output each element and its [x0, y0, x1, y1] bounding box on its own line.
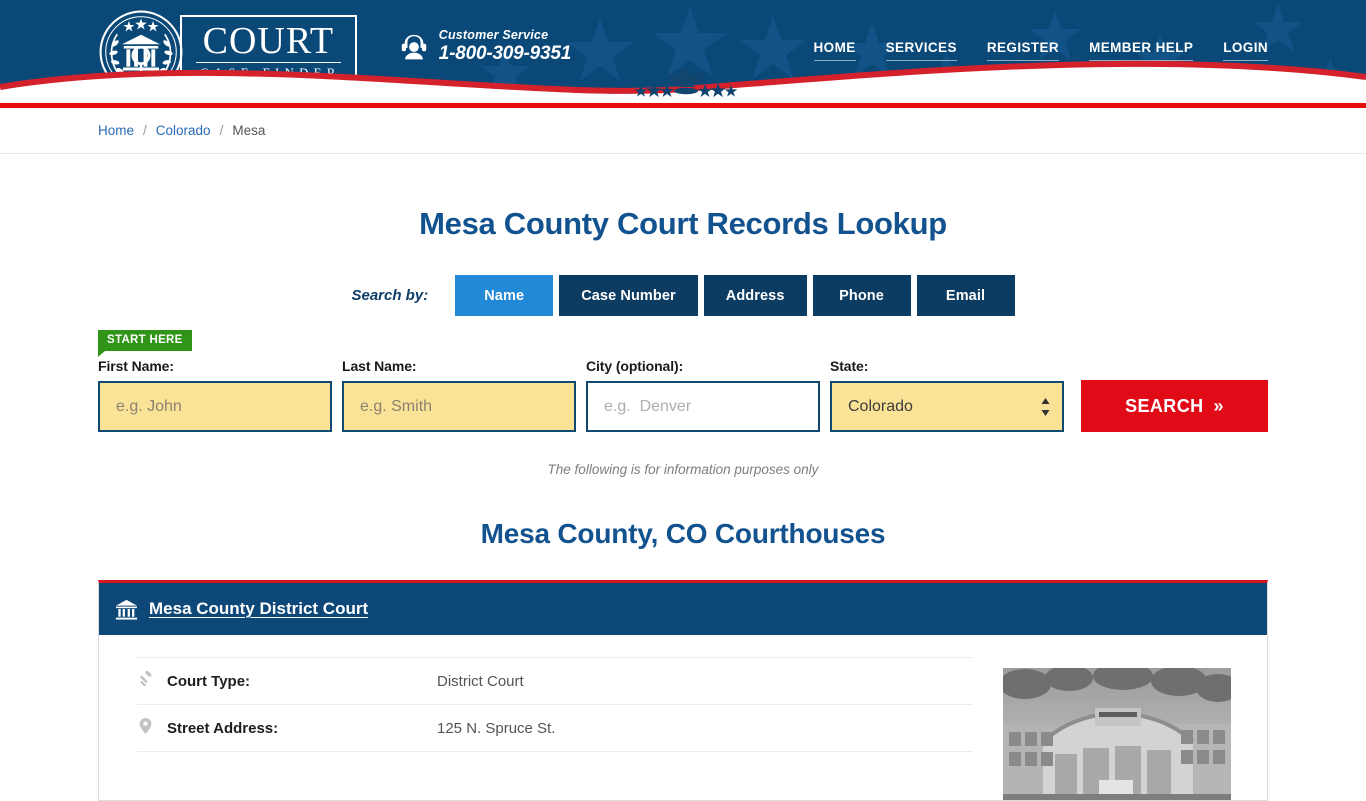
state-select-value: Colorado	[848, 397, 913, 415]
court-search-form: First Name: Last Name: City (optional): …	[98, 358, 1268, 432]
breadcrumb-separator: /	[219, 123, 224, 138]
map-pin-icon	[137, 717, 154, 739]
courthouse-photo	[1003, 668, 1231, 800]
breadcrumb-separator: /	[143, 123, 147, 138]
start-here-badge: START HERE	[98, 330, 192, 357]
last-name-field-group: Last Name:	[342, 358, 576, 432]
first-name-label: First Name:	[98, 358, 174, 374]
start-here-row: START HERE	[98, 330, 1268, 357]
first-name-input[interactable]	[98, 381, 332, 432]
courthouse-card-body: Court Type: District Court Street Addres…	[99, 635, 1267, 800]
breadcrumb-item-colorado[interactable]: Colorado	[156, 123, 211, 138]
state-select[interactable]: Colorado	[830, 381, 1064, 432]
customer-service-label: Customer Service	[438, 28, 549, 42]
city-input[interactable]	[586, 381, 820, 432]
search-button-label: SEARCH	[1125, 395, 1204, 416]
city-label: City (optional):	[586, 358, 684, 374]
search-by-label: Search by:	[351, 287, 429, 304]
detail-value-street-address: 125 N. Spruce St.	[437, 719, 556, 737]
city-field-group: City (optional):	[586, 358, 820, 432]
detail-row-next	[137, 751, 973, 798]
bank-building-icon	[115, 599, 138, 620]
courthouse-detail-list: Court Type: District Court Street Addres…	[137, 657, 973, 800]
courthouse-photo-wrap	[1003, 657, 1233, 800]
detail-row-court-type: Court Type: District Court	[137, 657, 973, 704]
eagle-emblem-icon	[634, 69, 738, 98]
search-button[interactable]: SEARCH »	[1081, 380, 1268, 432]
first-name-field-group: First Name:	[98, 358, 332, 432]
tab-email[interactable]: Email	[916, 275, 1015, 316]
chevron-double-right-icon: »	[1213, 395, 1224, 416]
courthouse-name-link[interactable]: Mesa County District Court	[149, 599, 368, 619]
tab-name[interactable]: Name	[455, 275, 554, 316]
breadcrumb: Home / Colorado / Mesa	[0, 108, 1366, 154]
gavel-icon	[137, 670, 154, 691]
search-by-tabs: Search by: Name Case Number Address Phon…	[98, 275, 1268, 316]
detail-label-court-type: Court Type:	[167, 672, 251, 690]
courthouse-card-header: Mesa County District Court	[99, 583, 1267, 635]
breadcrumb-item-mesa: Mesa	[232, 123, 266, 138]
detail-value-court-type: District Court	[437, 672, 524, 690]
site-header: COURT CASE FINDER Customer Service 1-800…	[0, 0, 1366, 103]
main-content: Mesa County Court Records Lookup Search …	[0, 206, 1366, 801]
last-name-input[interactable]	[342, 381, 576, 432]
last-name-label: Last Name:	[342, 358, 417, 374]
state-field-group: State: Colorado	[830, 358, 1064, 432]
detail-row-street-address: Street Address: 125 N. Spruce St.	[137, 704, 973, 751]
state-label: State:	[830, 358, 869, 374]
breadcrumb-item-home[interactable]: Home	[98, 123, 134, 138]
detail-label-street-address: Street Address:	[167, 719, 279, 737]
courthouses-section-title: Mesa County, CO Courthouses	[480, 518, 886, 549]
page-title: Mesa County Court Records Lookup	[419, 206, 947, 241]
tab-phone[interactable]: Phone	[812, 275, 911, 316]
tab-address[interactable]: Address	[703, 275, 807, 316]
info-note: The following is for information purpose…	[547, 462, 819, 477]
tab-case-number[interactable]: Case Number	[559, 275, 698, 316]
